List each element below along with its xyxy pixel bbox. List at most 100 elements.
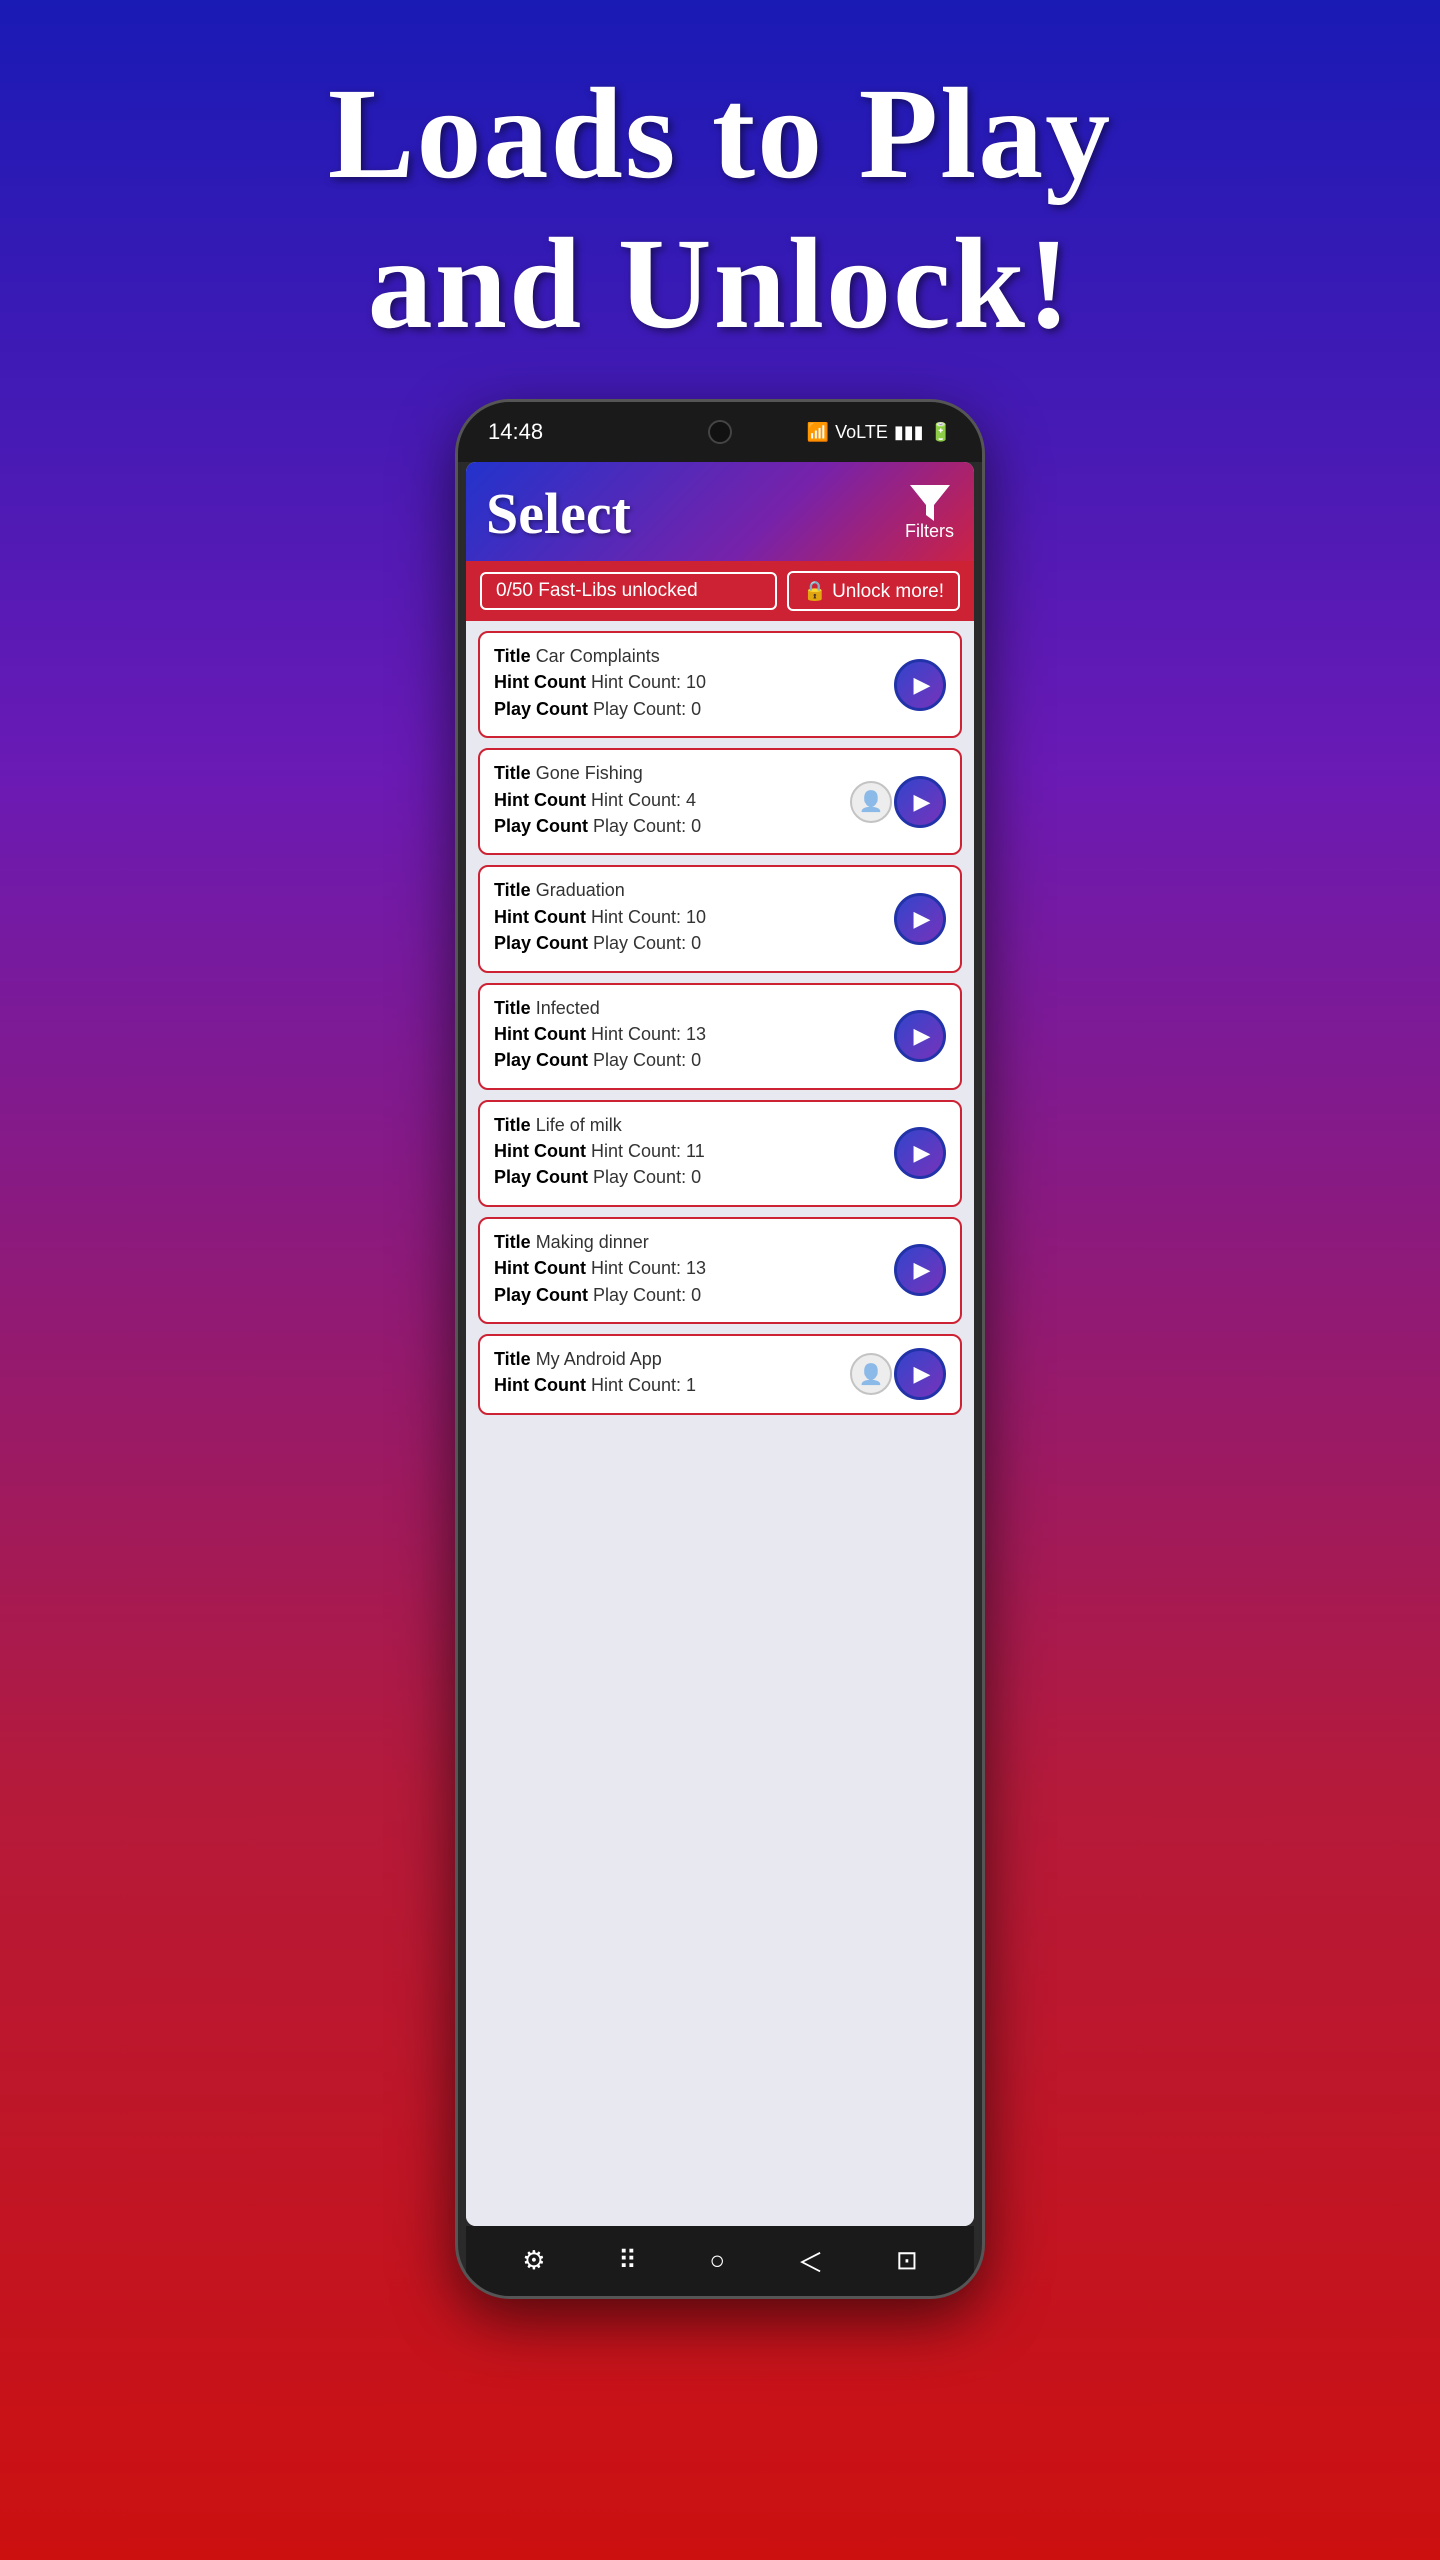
unlock-count-badge: 0/50 Fast-Libs unlocked <box>480 572 777 610</box>
play-row: Play Count Play Count: 0 <box>494 932 884 955</box>
title-label: Title <box>494 1349 536 1369</box>
user-created-icon: 👤 <box>850 1353 892 1395</box>
play-button[interactable]: ▶ <box>894 1010 946 1062</box>
play-icon: ▶ <box>914 906 931 932</box>
title-row: Title Life of milk <box>494 1114 884 1137</box>
list-item: Title Life of milk Hint Count Hint Count… <box>478 1100 962 1207</box>
phone-nav-bar: ⚙ ⠿ ○ ＜ ⊡ <box>466 2226 974 2296</box>
list-item-content: Title Infected Hint Count Hint Count: 13… <box>494 997 884 1076</box>
play-value: Play Count: 0 <box>593 933 701 953</box>
hint-value: Hint Count: 10 <box>591 907 706 927</box>
list-container: Title Car Complaints Hint Count Hint Cou… <box>466 621 974 2226</box>
play-icon: ▶ <box>914 672 931 698</box>
play-label: Play Count <box>494 816 593 836</box>
hint-label: Hint Count <box>494 1141 591 1161</box>
phone-screen: Select Filters 0/50 Fast-Libs unlocked 🔒… <box>466 462 974 2226</box>
play-icon: ▶ <box>914 1257 931 1283</box>
hint-row: Hint Count Hint Count: 1 <box>494 1374 884 1397</box>
user-created-badge: 👤 <box>850 781 892 823</box>
hint-row: Hint Count Hint Count: 11 <box>494 1140 884 1163</box>
recents-nav-icon[interactable]: ○ <box>709 2246 725 2276</box>
list-item-content: Title Car Complaints Hint Count Hint Cou… <box>494 645 884 724</box>
menu-nav-icon[interactable]: ⊡ <box>896 2246 918 2276</box>
title-label: Title <box>494 1115 536 1135</box>
list-item: Title My Android App Hint Count Hint Cou… <box>478 1334 962 1415</box>
play-label: Play Count <box>494 1050 593 1070</box>
hint-value: Hint Count: 1 <box>591 1375 696 1395</box>
unlock-more-button[interactable]: 🔒 Unlock more! <box>787 571 960 611</box>
play-button[interactable]: ▶ <box>894 659 946 711</box>
play-icon: ▶ <box>914 1140 931 1166</box>
play-row: Play Count Play Count: 0 <box>494 1284 884 1307</box>
phone-frame: 14:48 📶 VoLTE ▮▮▮ 🔋 Select Filters 0/50 … <box>455 399 985 2299</box>
play-label: Play Count <box>494 933 593 953</box>
hint-row: Hint Count Hint Count: 13 <box>494 1257 884 1280</box>
forward-nav-icon[interactable]: ＜ <box>798 2243 824 2280</box>
hint-label: Hint Count <box>494 790 591 810</box>
hint-row: Hint Count Hint Count: 4 <box>494 789 884 812</box>
list-item: Title Gone Fishing Hint Count Hint Count… <box>478 748 962 855</box>
play-button[interactable]: ▶ <box>894 893 946 945</box>
list-item-content: Title My Android App Hint Count Hint Cou… <box>494 1348 884 1401</box>
status-icons: 📶 VoLTE ▮▮▮ 🔋 <box>807 422 952 443</box>
title-label: Title <box>494 1232 536 1252</box>
play-button[interactable]: ▶ <box>894 1127 946 1179</box>
play-label: Play Count <box>494 1167 593 1187</box>
hint-value: Hint Count: 4 <box>591 790 696 810</box>
status-bar: 14:48 📶 VoLTE ▮▮▮ 🔋 <box>458 402 982 462</box>
title-value: Gone Fishing <box>536 763 643 783</box>
title-label: Title <box>494 646 536 666</box>
list-item-content: Title Gone Fishing Hint Count Hint Count… <box>494 762 884 841</box>
title-label: Title <box>494 880 536 900</box>
play-button[interactable]: ▶ <box>894 776 946 828</box>
title-value: Car Complaints <box>536 646 660 666</box>
play-row: Play Count Play Count: 0 <box>494 815 884 838</box>
filter-button[interactable]: Filters <box>905 485 954 542</box>
title-row: Title Infected <box>494 997 884 1020</box>
title-row: Title Making dinner <box>494 1231 884 1254</box>
title-value: Infected <box>536 998 600 1018</box>
hint-value: Hint Count: 10 <box>591 672 706 692</box>
title-row: Title Graduation <box>494 879 884 902</box>
play-icon: ▶ <box>914 789 931 815</box>
hint-value: Hint Count: 13 <box>591 1258 706 1278</box>
play-button[interactable]: ▶ <box>894 1244 946 1296</box>
app-title: Select <box>486 480 631 547</box>
play-value: Play Count: 0 <box>593 1285 701 1305</box>
hint-value: Hint Count: 11 <box>591 1141 705 1161</box>
play-button[interactable]: ▶ <box>894 1348 946 1400</box>
user-created-icon: 👤 <box>850 781 892 823</box>
title-value: My Android App <box>536 1349 662 1369</box>
app-header: Select Filters <box>466 462 974 561</box>
hint-label: Hint Count <box>494 1024 591 1044</box>
play-row: Play Count Play Count: 0 <box>494 1049 884 1072</box>
hint-label: Hint Count <box>494 672 591 692</box>
title-value: Graduation <box>536 880 625 900</box>
title-label: Title <box>494 763 536 783</box>
home-nav-icon[interactable]: ⠿ <box>618 2246 637 2276</box>
title-value: Making dinner <box>536 1232 649 1252</box>
hint-label: Hint Count <box>494 1375 591 1395</box>
hint-label: Hint Count <box>494 1258 591 1278</box>
title-row: Title Car Complaints <box>494 645 884 668</box>
status-time: 14:48 <box>488 419 543 445</box>
unlock-bar: 0/50 Fast-Libs unlocked 🔒 Unlock more! <box>466 561 974 621</box>
list-item: Title Infected Hint Count Hint Count: 13… <box>478 983 962 1090</box>
filter-label: Filters <box>905 521 954 542</box>
list-item-content: Title Life of milk Hint Count Hint Count… <box>494 1114 884 1193</box>
list-item: Title Making dinner Hint Count Hint Coun… <box>478 1217 962 1324</box>
hint-label: Hint Count <box>494 907 591 927</box>
title-label: Title <box>494 998 536 1018</box>
back-nav-icon[interactable]: ⚙ <box>522 2246 545 2276</box>
list-item-content: Title Making dinner Hint Count Hint Coun… <box>494 1231 884 1310</box>
hint-row: Hint Count Hint Count: 10 <box>494 671 884 694</box>
hint-row: Hint Count Hint Count: 10 <box>494 906 884 929</box>
list-item: Title Graduation Hint Count Hint Count: … <box>478 865 962 972</box>
play-label: Play Count <box>494 699 593 719</box>
title-value: Life of milk <box>536 1115 622 1135</box>
list-item: Title Car Complaints Hint Count Hint Cou… <box>478 631 962 738</box>
hero-title: Loads to Play and Unlock! <box>328 60 1112 359</box>
camera-notch <box>708 420 732 444</box>
play-value: Play Count: 0 <box>593 816 701 836</box>
play-value: Play Count: 0 <box>593 1050 701 1070</box>
